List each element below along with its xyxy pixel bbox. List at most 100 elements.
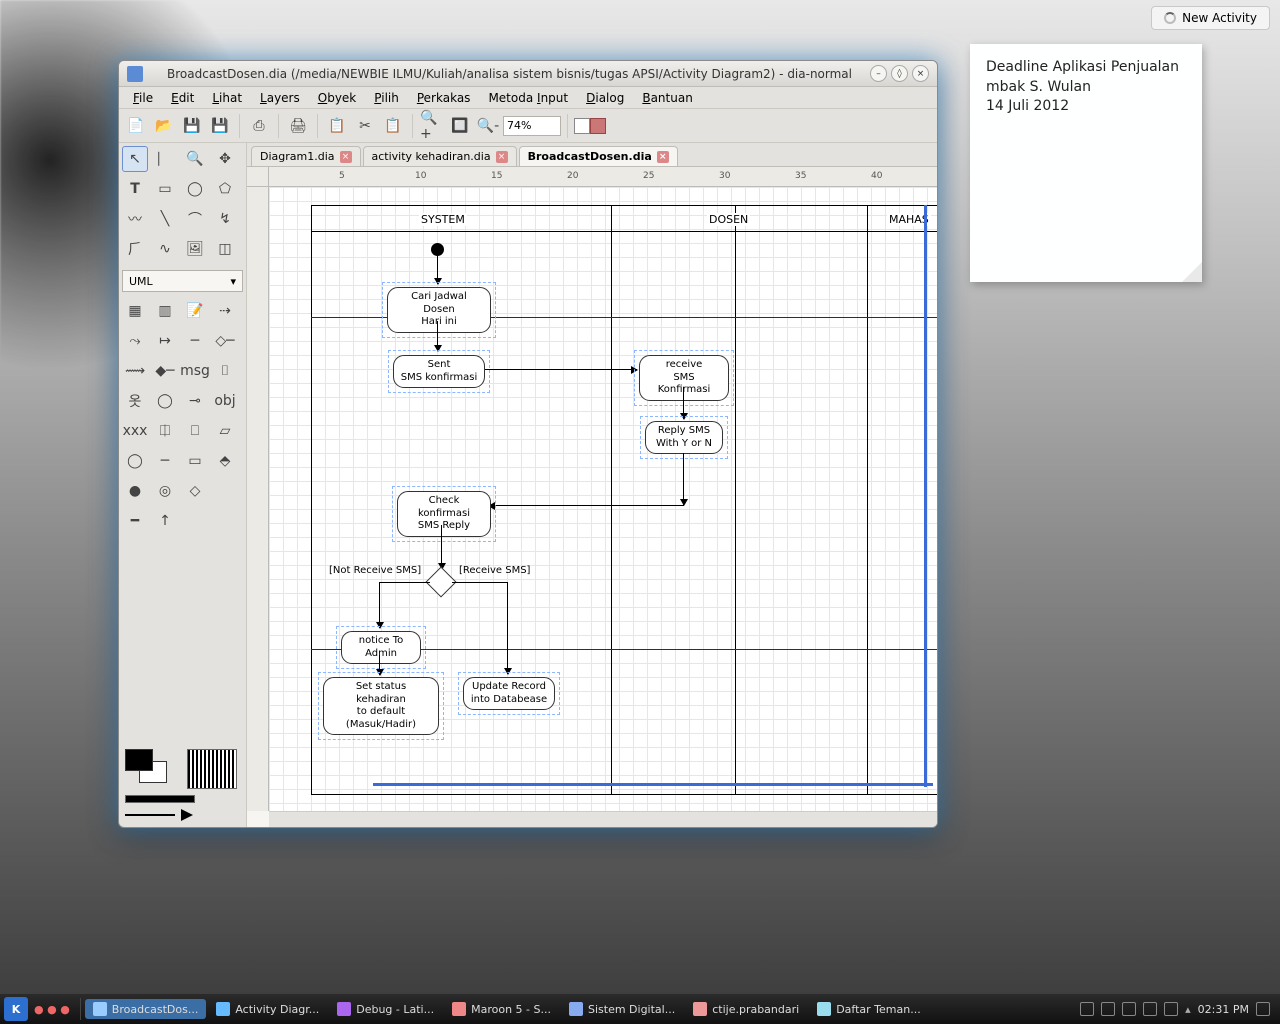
uml-usecase-tool[interactable]: ◯ — [152, 388, 178, 414]
task-maroon5[interactable]: Maroon 5 - S... — [444, 999, 559, 1019]
uml-flow-tool[interactable]: ↑ — [152, 508, 178, 534]
menu-perkakas[interactable]: Perkakas — [409, 89, 479, 107]
tray-volume-icon[interactable] — [1143, 1002, 1157, 1016]
activity-cari-jadwal[interactable]: Cari Jadwal Dosen Hari ini — [387, 287, 491, 333]
box-tool[interactable]: ▭ — [152, 176, 178, 202]
tray-info-icon[interactable] — [1080, 1002, 1094, 1016]
menu-ime[interactable]: Metoda Input — [480, 89, 576, 107]
diagram-canvas[interactable]: SYSTEM DOSEN MAHAS Cari Jadwal Dosen Har… — [269, 187, 937, 811]
bezier-tool[interactable]: 〰 — [122, 206, 148, 232]
activity-receive-sms[interactable]: receive SMS Konfirmasi — [639, 355, 729, 401]
task-prabandari[interactable]: ctije.prabandari — [685, 999, 807, 1019]
minimize-button[interactable]: – — [870, 65, 887, 82]
scrollbar-horizontal[interactable] — [269, 811, 937, 827]
uml-branch-tool[interactable]: ◇ — [182, 478, 208, 504]
uml-note-tool[interactable]: 📝 — [182, 298, 208, 324]
scroll-tool[interactable]: ✥ — [212, 146, 238, 172]
polyline-tool[interactable]: ⺁ — [122, 236, 148, 262]
activity-reply-sms[interactable]: Reply SMS With Y or N — [645, 421, 723, 454]
polygon-tool[interactable]: ⬠ — [212, 176, 238, 202]
copy-button[interactable]: 📋 — [324, 113, 350, 139]
activity-sent-sms[interactable]: Sent SMS konfirmasi — [393, 355, 485, 388]
menu-lihat[interactable]: Lihat — [204, 89, 250, 107]
uml-initial-tool[interactable]: ● — [122, 478, 148, 504]
uml-bar-tool[interactable] — [212, 478, 238, 504]
zoom-out-button[interactable]: 🔍- — [475, 113, 501, 139]
start-node[interactable] — [431, 243, 444, 256]
print-button[interactable]: 🖨 — [285, 113, 311, 139]
image-tool[interactable]: 🖼 — [182, 236, 208, 262]
uml-final-tool[interactable]: ◎ — [152, 478, 178, 504]
tray-update-icon[interactable] — [1101, 1002, 1115, 1016]
tab-diagram1[interactable]: Diagram1.dia × — [251, 146, 361, 166]
arc-tool[interactable]: ⌒ — [182, 206, 208, 232]
uml-lifeline-tool[interactable]: ⌷ — [212, 358, 238, 384]
uml-class-tool[interactable]: ▦ — [122, 298, 148, 324]
uml-activity-tool[interactable]: ━ — [122, 508, 148, 534]
uml-implements-tool[interactable]: ⟿ — [122, 358, 148, 384]
menu-pilih[interactable]: Pilih — [366, 89, 407, 107]
taskbar-clock[interactable]: 02:31 PM — [1198, 1003, 1249, 1016]
uml-object-tool[interactable]: obj — [212, 388, 238, 414]
activity-notice-admin[interactable]: notice To Admin — [341, 631, 421, 664]
uml-component-tool[interactable]: ⎕ — [182, 418, 208, 444]
uml-assoc-tool[interactable]: ─ — [182, 328, 208, 354]
paste-button[interactable]: 📋 — [380, 113, 406, 139]
kde-start-button[interactable]: K — [4, 997, 28, 1021]
task-broadcastdosen[interactable]: BroadcastDos... — [85, 999, 207, 1019]
save-as-button[interactable]: 💾 — [207, 113, 233, 139]
menu-bantuan[interactable]: Bantuan — [634, 89, 700, 107]
task-daftar-teman[interactable]: Daftar Teman... — [809, 999, 929, 1019]
ellipse-tool[interactable]: ◯ — [182, 176, 208, 202]
uml-actor-tool[interactable]: 옷 — [122, 388, 148, 414]
task-debug[interactable]: Debug - Lati... — [329, 999, 442, 1019]
zigzag-tool[interactable]: ↯ — [212, 206, 238, 232]
zoom-input[interactable] — [503, 116, 561, 136]
tray-network-icon[interactable] — [1122, 1002, 1136, 1016]
task-activity-diagram[interactable]: Activity Diagr... — [208, 999, 327, 1019]
uml-message-tool[interactable]: msg — [182, 358, 208, 384]
text-tool[interactable]: T — [122, 176, 148, 202]
close-button[interactable]: × — [912, 65, 929, 82]
sheet-selector[interactable]: UML▾ — [122, 270, 243, 292]
task-sistem-digital[interactable]: Sistem Digital... — [561, 999, 683, 1019]
activity-set-status[interactable]: Set status kehadiran to default (Masuk/H… — [323, 677, 439, 735]
sticky-note[interactable]: Deadline Aplikasi Penjualan mbak S. Wula… — [970, 44, 1202, 282]
bezierline-tool[interactable]: ∿ — [152, 236, 178, 262]
uml-node-tool[interactable]: ▱ — [212, 418, 238, 444]
color-swatches[interactable] — [574, 118, 606, 134]
zoom-in-button[interactable]: 🔍+ — [419, 113, 445, 139]
save-button[interactable]: 💾 — [179, 113, 205, 139]
uml-junction-tool[interactable]: ─ — [152, 448, 178, 474]
uml-smallpkg-tool[interactable]: xxx — [122, 418, 148, 444]
text-move-tool[interactable]: ⎸ — [152, 146, 178, 172]
uml-general-tool[interactable]: ↦ — [152, 328, 178, 354]
tray-clipboard-icon[interactable] — [1164, 1002, 1178, 1016]
ruler-vertical[interactable] — [247, 187, 269, 811]
line-width-selector[interactable] — [125, 795, 195, 803]
new-file-button[interactable]: 📄 — [123, 113, 149, 139]
menu-edit[interactable]: Edit — [163, 89, 202, 107]
outline-tool[interactable]: ◫ — [212, 236, 238, 262]
zoom-tool[interactable]: 🔍 — [182, 146, 208, 172]
uml-lollipop-tool[interactable]: ⊸ — [182, 388, 208, 414]
ruler-horizontal[interactable]: 5 10 15 20 25 30 35 40 — [269, 167, 937, 187]
cut-button[interactable]: ✂ — [352, 113, 378, 139]
tab-activity-kehadiran[interactable]: activity kehadiran.dia × — [363, 146, 517, 166]
line-tool[interactable]: ╲ — [152, 206, 178, 232]
tab-broadcast-dosen[interactable]: BroadcastDosen.dia × — [519, 146, 678, 166]
uml-transition-tool[interactable]: ⬘ — [212, 448, 238, 474]
titlebar[interactable]: BroadcastDosen.dia (/media/NEWBIE ILMU/K… — [119, 61, 937, 87]
menu-layers[interactable]: Layers — [252, 89, 308, 107]
open-button[interactable]: 📂 — [151, 113, 177, 139]
uml-largepkg-tool[interactable]: ⎅ — [152, 418, 178, 444]
new-activity-button[interactable]: New Activity — [1151, 6, 1270, 30]
tray-logout-icon[interactable] — [1256, 1002, 1270, 1016]
tab-close-icon[interactable]: × — [496, 151, 508, 163]
line-pattern[interactable] — [187, 749, 237, 789]
uml-realize-tool[interactable]: ⤳ — [122, 328, 148, 354]
uml-fork-tool[interactable]: ▭ — [182, 448, 208, 474]
activity-dots-icon[interactable]: ● ● ● — [34, 1003, 70, 1016]
tab-close-icon[interactable]: × — [657, 151, 669, 163]
menu-obyek[interactable]: Obyek — [310, 89, 365, 107]
